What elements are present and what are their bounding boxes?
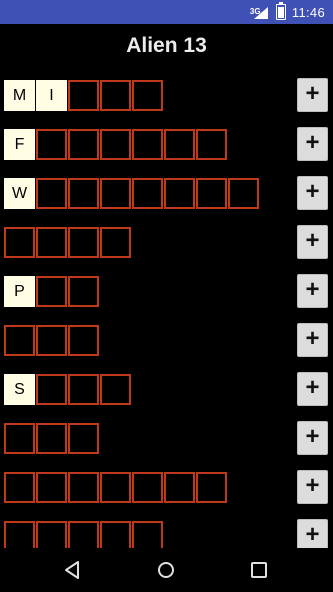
letter-cell[interactable]: I [36, 80, 67, 111]
empty-letter-cell[interactable] [36, 521, 67, 548]
empty-letter-cell[interactable] [4, 325, 35, 356]
status-clock: 11:46 [291, 4, 325, 20]
home-icon[interactable] [156, 560, 176, 580]
empty-letter-cell[interactable] [164, 129, 195, 160]
empty-letter-cell[interactable] [36, 325, 67, 356]
empty-letter-cell[interactable] [100, 178, 131, 209]
battery-icon [275, 2, 286, 20]
empty-letter-cell[interactable] [132, 521, 163, 548]
add-letter-button[interactable]: + [297, 323, 328, 357]
empty-letter-cell[interactable] [100, 374, 131, 405]
empty-letter-cell[interactable] [68, 325, 99, 356]
word-row [4, 521, 164, 548]
word-row [4, 472, 228, 503]
letter-cell[interactable]: P [4, 276, 35, 307]
empty-letter-cell[interactable] [100, 80, 131, 111]
empty-letter-cell[interactable] [4, 227, 35, 258]
add-letter-button[interactable]: + [297, 127, 328, 161]
empty-letter-cell[interactable] [228, 178, 259, 209]
word-row: P [4, 276, 100, 307]
letter-cell[interactable]: M [4, 80, 35, 111]
empty-letter-cell[interactable] [68, 227, 99, 258]
word-row [4, 423, 100, 454]
empty-letter-cell[interactable] [132, 472, 163, 503]
empty-letter-cell[interactable] [100, 521, 131, 548]
empty-letter-cell[interactable] [36, 423, 67, 454]
word-row [4, 227, 132, 258]
letter-cell[interactable]: W [4, 178, 35, 209]
navigation-bar [0, 548, 333, 592]
empty-letter-cell[interactable] [68, 276, 99, 307]
empty-letter-cell[interactable] [132, 129, 163, 160]
empty-letter-cell[interactable] [68, 521, 99, 548]
empty-letter-cell[interactable] [4, 521, 35, 548]
empty-letter-cell[interactable] [36, 178, 67, 209]
back-icon[interactable] [63, 560, 83, 580]
empty-letter-cell[interactable] [164, 178, 195, 209]
word-row [4, 325, 100, 356]
empty-letter-cell[interactable] [132, 80, 163, 111]
letter-cell[interactable]: F [4, 129, 35, 160]
status-icons: 3G 11:46 [250, 0, 325, 24]
empty-letter-cell[interactable] [196, 472, 227, 503]
empty-letter-cell[interactable] [36, 227, 67, 258]
add-letter-button[interactable]: + [297, 421, 328, 455]
empty-letter-cell[interactable] [196, 129, 227, 160]
page-title: Alien 13 [126, 34, 207, 57]
signal-icon: 3G [250, 4, 270, 20]
empty-letter-cell[interactable] [68, 80, 99, 111]
empty-letter-cell[interactable] [100, 227, 131, 258]
add-letter-button[interactable]: + [297, 176, 328, 210]
word-row: W [4, 178, 260, 209]
add-letter-button[interactable]: + [297, 274, 328, 308]
empty-letter-cell[interactable] [68, 472, 99, 503]
empty-letter-cell[interactable] [4, 423, 35, 454]
add-letter-button[interactable]: + [297, 225, 328, 259]
empty-letter-cell[interactable] [164, 472, 195, 503]
word-row: S [4, 374, 132, 405]
empty-letter-cell[interactable] [68, 129, 99, 160]
status-bar: 3G 11:46 [0, 0, 333, 24]
empty-letter-cell[interactable] [68, 374, 99, 405]
word-rows-list[interactable]: M I + F + W + + P + + S + + + + [0, 72, 333, 548]
letter-cell[interactable]: S [4, 374, 35, 405]
word-row: F [4, 129, 228, 160]
empty-letter-cell[interactable] [100, 129, 131, 160]
empty-letter-cell[interactable] [4, 472, 35, 503]
add-letter-button[interactable]: + [297, 470, 328, 504]
add-letter-button[interactable]: + [297, 372, 328, 406]
empty-letter-cell[interactable] [36, 374, 67, 405]
add-letter-button[interactable]: + [297, 78, 328, 112]
empty-letter-cell[interactable] [132, 178, 163, 209]
empty-letter-cell[interactable] [196, 178, 227, 209]
recents-icon[interactable] [249, 560, 269, 580]
word-row: MI [4, 80, 164, 111]
empty-letter-cell[interactable] [36, 276, 67, 307]
add-letter-button[interactable]: + [297, 519, 328, 548]
empty-letter-cell[interactable] [36, 472, 67, 503]
empty-letter-cell[interactable] [36, 129, 67, 160]
empty-letter-cell[interactable] [68, 423, 99, 454]
empty-letter-cell[interactable] [100, 472, 131, 503]
empty-letter-cell[interactable] [68, 178, 99, 209]
